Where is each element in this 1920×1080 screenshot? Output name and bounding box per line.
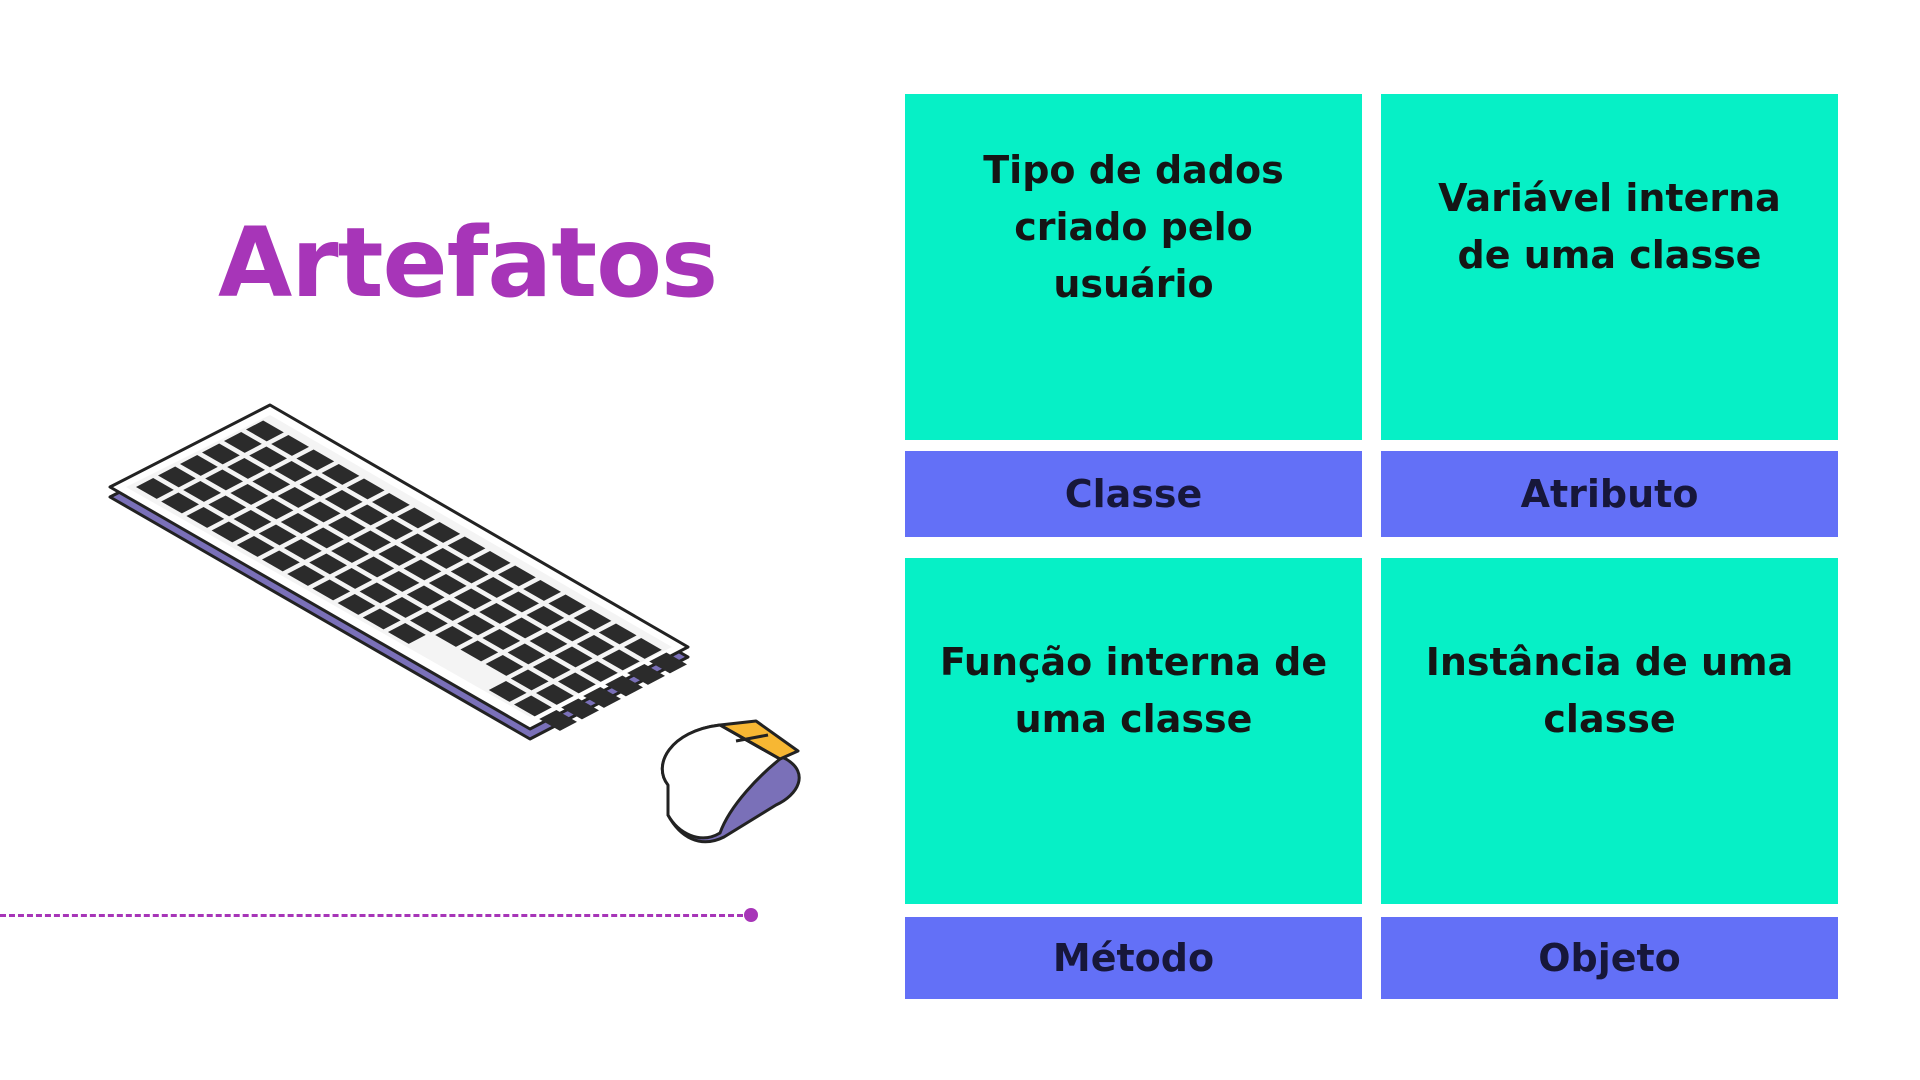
- card-definition: Tipo de dados criado pelo usuário: [905, 94, 1362, 440]
- accent-dashed-line: [0, 914, 752, 917]
- card-term: Método: [905, 917, 1362, 999]
- card-definition: Instância de uma classe: [1381, 558, 1838, 904]
- card-term: Objeto: [1381, 917, 1838, 999]
- card-definition: Variável interna de uma classe: [1381, 94, 1838, 440]
- card-term: Atributo: [1381, 451, 1838, 537]
- concept-card-objeto: Instância de uma classe Objeto: [1381, 558, 1838, 999]
- concept-card-metodo: Função interna de uma classe Método: [905, 558, 1362, 999]
- keyboard-mouse-illustration: [108, 403, 801, 844]
- concept-card-classe: Tipo de dados criado pelo usuário Classe: [905, 94, 1362, 537]
- card-term: Classe: [905, 451, 1362, 537]
- card-definition: Função interna de uma classe: [905, 558, 1362, 904]
- accent-dot: [744, 908, 758, 922]
- concept-card-atributo: Variável interna de uma classe Atributo: [1381, 94, 1838, 537]
- mouse-icon: [660, 719, 801, 844]
- slide-title: Artefatos: [218, 207, 718, 319]
- keyboard-icon: [108, 403, 690, 741]
